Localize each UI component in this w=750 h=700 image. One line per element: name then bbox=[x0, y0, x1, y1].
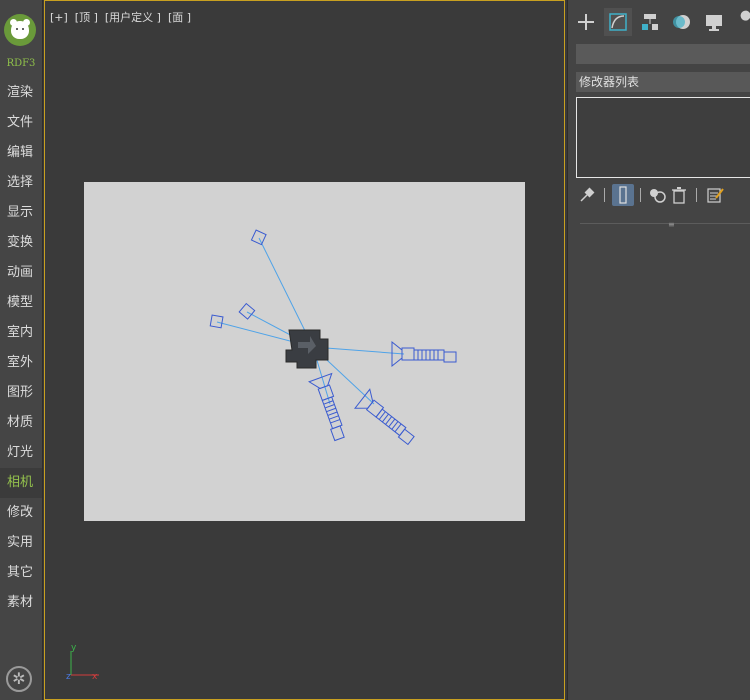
menu-item-model[interactable]: 模型 bbox=[0, 288, 42, 318]
camera-icon bbox=[354, 388, 415, 446]
axis-x-label: x bbox=[92, 672, 98, 681]
axis-z-label: z bbox=[66, 672, 71, 681]
camera-icon bbox=[391, 340, 457, 368]
camera-target-box bbox=[209, 314, 224, 329]
panel-divider[interactable] bbox=[580, 223, 750, 224]
menu-item-shapes[interactable]: 图形 bbox=[0, 378, 42, 408]
viewport-label[interactable]: [+] [顶 ] [用户定义 ] [面 ] bbox=[50, 9, 191, 25]
viewport[interactable]: [+] [顶 ] [用户定义 ] [面 ] y x z bbox=[44, 0, 565, 700]
command-panel-tabs bbox=[568, 8, 750, 38]
central-object bbox=[285, 329, 329, 369]
camera-target-box bbox=[250, 229, 267, 246]
menu-item-display[interactable]: 显示 bbox=[0, 198, 42, 228]
wrench-icon[interactable] bbox=[732, 8, 750, 36]
axis-y-label: y bbox=[71, 643, 77, 653]
menu-item-other[interactable]: 其它 bbox=[0, 558, 42, 588]
menu-item-render[interactable]: 渲染 bbox=[0, 78, 42, 108]
make-unique-icon[interactable] bbox=[646, 184, 668, 206]
stack-toolbar bbox=[576, 184, 750, 208]
display-icon[interactable] bbox=[700, 8, 728, 36]
camera-icon bbox=[307, 372, 345, 442]
camera-target-box bbox=[238, 302, 256, 320]
hierarchy-icon[interactable] bbox=[636, 8, 664, 36]
app-logo[interactable] bbox=[4, 14, 36, 46]
command-panel: 修改器列表 ≡ bbox=[567, 0, 750, 700]
plus-icon[interactable] bbox=[572, 8, 600, 36]
menu-item-animation[interactable]: 动画 bbox=[0, 258, 42, 288]
gear-icon[interactable]: ✲ bbox=[6, 666, 32, 692]
app-name: RDF3 bbox=[6, 58, 36, 69]
menu-item-utility[interactable]: 实用 bbox=[0, 528, 42, 558]
logo-face bbox=[11, 21, 29, 39]
modifier-list-dropdown[interactable]: 修改器列表 bbox=[576, 72, 750, 92]
menu-item-assets[interactable]: 素材 bbox=[0, 588, 42, 618]
left-toolbar: RDF3 渲染 文件 编辑 选择 显示 变换 动画 模型 室内 室外 图形 材质… bbox=[0, 0, 43, 700]
divider-grip-icon[interactable]: ≡ bbox=[668, 220, 675, 229]
menu-item-lights[interactable]: 灯光 bbox=[0, 438, 42, 468]
scene-wireframe bbox=[209, 229, 457, 446]
modifier-stack[interactable] bbox=[576, 97, 750, 178]
logo-eye bbox=[16, 28, 18, 30]
motion-icon[interactable] bbox=[668, 8, 696, 36]
toolbar-separator bbox=[604, 188, 605, 202]
show-end-result-icon[interactable] bbox=[612, 184, 634, 206]
curve-icon[interactable] bbox=[604, 8, 632, 36]
menu-item-camera[interactable]: 相机 bbox=[0, 468, 42, 498]
configure-icon[interactable] bbox=[704, 184, 726, 206]
menu-item-interior[interactable]: 室内 bbox=[0, 318, 42, 348]
menu-item-exterior[interactable]: 室外 bbox=[0, 348, 42, 378]
menu-item-file[interactable]: 文件 bbox=[0, 108, 42, 138]
menu-item-transform[interactable]: 变换 bbox=[0, 228, 42, 258]
pin-icon[interactable] bbox=[576, 184, 598, 206]
axis-tripod: y x z bbox=[66, 643, 99, 681]
trash-icon[interactable] bbox=[668, 184, 690, 206]
toolbar-separator bbox=[640, 188, 641, 202]
toolbar-separator bbox=[696, 188, 697, 202]
object-name-field[interactable] bbox=[576, 44, 750, 64]
menu-item-modify[interactable]: 修改 bbox=[0, 498, 42, 528]
menu-item-select[interactable]: 选择 bbox=[0, 168, 42, 198]
menu-item-material[interactable]: 材质 bbox=[0, 408, 42, 438]
logo-eye bbox=[22, 28, 24, 30]
safe-frame-region bbox=[84, 182, 525, 521]
menu-item-edit[interactable]: 编辑 bbox=[0, 138, 42, 168]
